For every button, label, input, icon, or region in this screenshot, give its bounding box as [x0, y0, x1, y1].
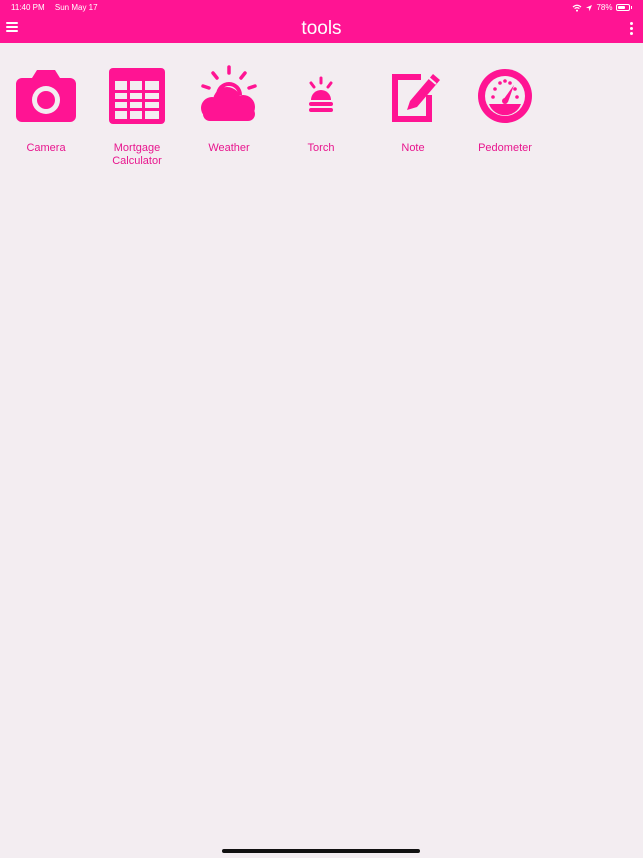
status-time: 11:40 PM — [11, 3, 45, 12]
tool-label: Mortgage Calculator — [112, 142, 162, 167]
more-options-button[interactable] — [627, 21, 635, 35]
tool-label: Note — [401, 142, 425, 154]
battery-percent: 78% — [596, 3, 613, 12]
battery-icon — [615, 4, 630, 11]
more-vertical-icon-dot — [630, 27, 633, 30]
tool-weather[interactable]: Weather — [189, 64, 269, 155]
more-vertical-icon-dot — [630, 32, 633, 35]
battery-tip — [630, 6, 632, 9]
pedometer-icon — [478, 69, 532, 123]
wifi-icon — [573, 4, 582, 12]
status-date: Sun May 17 — [54, 3, 98, 12]
tool-mortgage-calculator[interactable]: Mortgage Calculator — [97, 64, 177, 168]
home-indicator[interactable] — [222, 849, 420, 853]
weather-icon — [201, 65, 257, 121]
tool-pedometer[interactable]: Pedometer — [465, 64, 545, 155]
calculator-grid-icon — [109, 68, 165, 124]
app-bar: 11:40 PM Sun May 17 78% tools — [0, 0, 643, 43]
tool-camera[interactable]: Camera — [6, 64, 86, 155]
tool-label: Weather — [208, 142, 250, 154]
more-vertical-icon — [630, 22, 633, 25]
tool-label: Torch — [307, 142, 335, 154]
tool-torch[interactable]: Torch — [281, 64, 361, 155]
status-right: 78% — [572, 3, 632, 12]
torch-icon — [309, 76, 333, 112]
battery-level — [617, 6, 626, 9]
status-bar: 11:40 PM Sun May 17 78% — [0, 3, 643, 15]
status-left: 11:40 PM Sun May 17 — [11, 3, 98, 12]
location-icon — [586, 4, 593, 11]
tool-label: Camera — [26, 142, 66, 154]
note-icon — [392, 74, 440, 122]
page-title: tools — [301, 18, 342, 39]
tool-label: Pedometer — [478, 142, 532, 154]
tools-grid: Camera Mortgage Calculator Weather Torch… — [0, 64, 643, 184]
camera-icon — [16, 70, 76, 122]
tool-note[interactable]: Note — [373, 64, 453, 155]
